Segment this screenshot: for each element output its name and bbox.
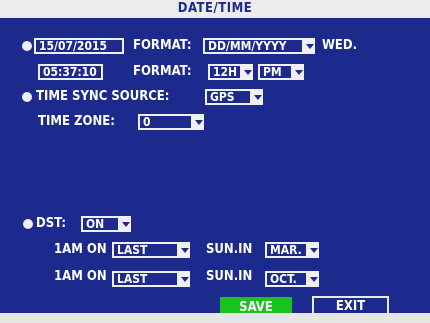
- sync-source-label: TIME SYNC SOURCE:: [36, 89, 170, 104]
- hour-format-value: 12H: [208, 64, 242, 80]
- chevron-down-icon: [293, 64, 304, 80]
- date-format-dropdown[interactable]: DD/MM/YYYY: [203, 38, 315, 54]
- ampm-dropdown[interactable]: PM: [258, 64, 304, 80]
- sync-source-value: GPS: [205, 89, 252, 105]
- dst-dropdown[interactable]: ON: [81, 216, 131, 232]
- dst-value: ON: [81, 216, 120, 232]
- chevron-down-icon: [308, 271, 319, 287]
- dst-end-week-value: LAST: [112, 271, 179, 287]
- bottom-border: [0, 313, 430, 323]
- time-field[interactable]: 05:37:10: [38, 64, 103, 80]
- dst-start-month-value: MAR.: [265, 242, 308, 258]
- time-format-label: FORMAT:: [133, 64, 192, 79]
- dst-radio-icon[interactable]: [23, 219, 33, 229]
- time-zone-label: TIME ZONE:: [38, 114, 115, 129]
- dst-start-month-dropdown[interactable]: MAR.: [265, 242, 319, 258]
- date-time-screen: DATE/TIME 15/07/2015 FORMAT: DD/MM/YYYY …: [0, 0, 430, 323]
- hour-format-dropdown[interactable]: 12H: [208, 64, 253, 80]
- sync-radio-icon[interactable]: [22, 92, 32, 102]
- dst-start-week-value: LAST: [112, 242, 179, 258]
- date-radio-icon[interactable]: [22, 41, 32, 51]
- chevron-down-icon: [308, 242, 319, 258]
- date-format-value: DD/MM/YYYY: [203, 38, 304, 54]
- chevron-down-icon: [120, 216, 131, 232]
- ampm-value: PM: [258, 64, 293, 80]
- dst-end-week-dropdown[interactable]: LAST: [112, 271, 190, 287]
- dst-label: DST:: [36, 216, 67, 231]
- chevron-down-icon: [242, 64, 253, 80]
- dst-start-day-label: SUN.IN: [206, 242, 253, 257]
- chevron-down-icon: [179, 271, 190, 287]
- page-title: DATE/TIME: [0, 0, 430, 18]
- time-zone-value: 0: [138, 114, 193, 130]
- dst-end-month-value: OCT.: [265, 271, 308, 287]
- chevron-down-icon: [304, 38, 315, 54]
- chevron-down-icon: [179, 242, 190, 258]
- dst-end-day-label: SUN.IN: [206, 269, 253, 284]
- time-zone-dropdown[interactable]: 0: [138, 114, 204, 130]
- date-format-label: FORMAT:: [133, 38, 192, 53]
- date-field[interactable]: 15/07/2015: [34, 38, 124, 54]
- weekday-label: WED.: [322, 38, 358, 53]
- chevron-down-icon: [193, 114, 204, 130]
- chevron-down-icon: [252, 89, 263, 105]
- sync-source-dropdown[interactable]: GPS: [205, 89, 263, 105]
- dst-start-time-label: 1AM ON: [54, 242, 107, 257]
- dst-end-time-label: 1AM ON: [54, 269, 107, 284]
- dst-start-week-dropdown[interactable]: LAST: [112, 242, 190, 258]
- dst-end-month-dropdown[interactable]: OCT.: [265, 271, 319, 287]
